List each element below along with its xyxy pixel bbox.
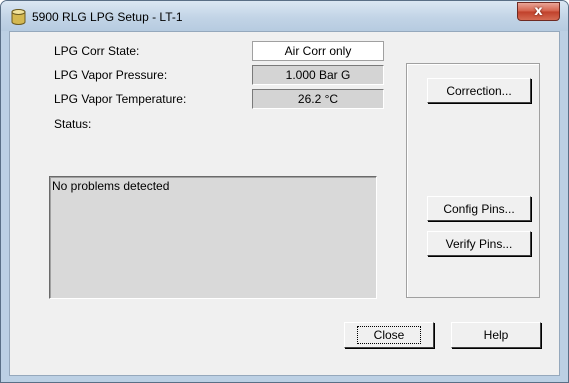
title-bar[interactable]: 5900 RLG LPG Setup - LT-1 x [1,1,568,31]
help-button[interactable]: Help [451,322,541,348]
verify-pins-button[interactable]: Verify Pins... [427,231,531,256]
help-button-label: Help [483,328,509,342]
window-close-button[interactable]: x [517,2,560,21]
status-text: No problems detected [52,179,170,193]
corr-state-value: Air Corr only [252,41,384,61]
close-button[interactable]: Close [344,322,434,348]
vapor-temperature-value: 26.2 °C [252,89,384,109]
dialog-client-area: LPG Corr State: Air Corr only LPG Vapor … [9,31,560,376]
verify-pins-button-label: Verify Pins... [445,236,513,251]
close-button-label: Close [356,326,422,344]
config-pins-button[interactable]: Config Pins... [427,196,531,221]
close-icon: x [534,4,543,19]
vapor-temperature-label: LPG Vapor Temperature: [54,92,187,106]
config-pins-button-label: Config Pins... [443,201,515,216]
vapor-pressure-value: 1.000 Bar G [252,65,384,85]
database-icon [11,9,26,25]
correction-button[interactable]: Correction... [427,78,531,103]
vapor-pressure-label: LPG Vapor Pressure: [54,68,168,82]
correction-button-label: Correction... [446,83,512,98]
status-box: No problems detected [49,176,377,299]
window-title: 5900 RLG LPG Setup - LT-1 [32,10,183,24]
status-label: Status: [54,117,92,131]
corr-state-label: LPG Corr State: [54,44,140,58]
dialog-window: 5900 RLG LPG Setup - LT-1 x LPG Corr Sta… [0,0,569,383]
